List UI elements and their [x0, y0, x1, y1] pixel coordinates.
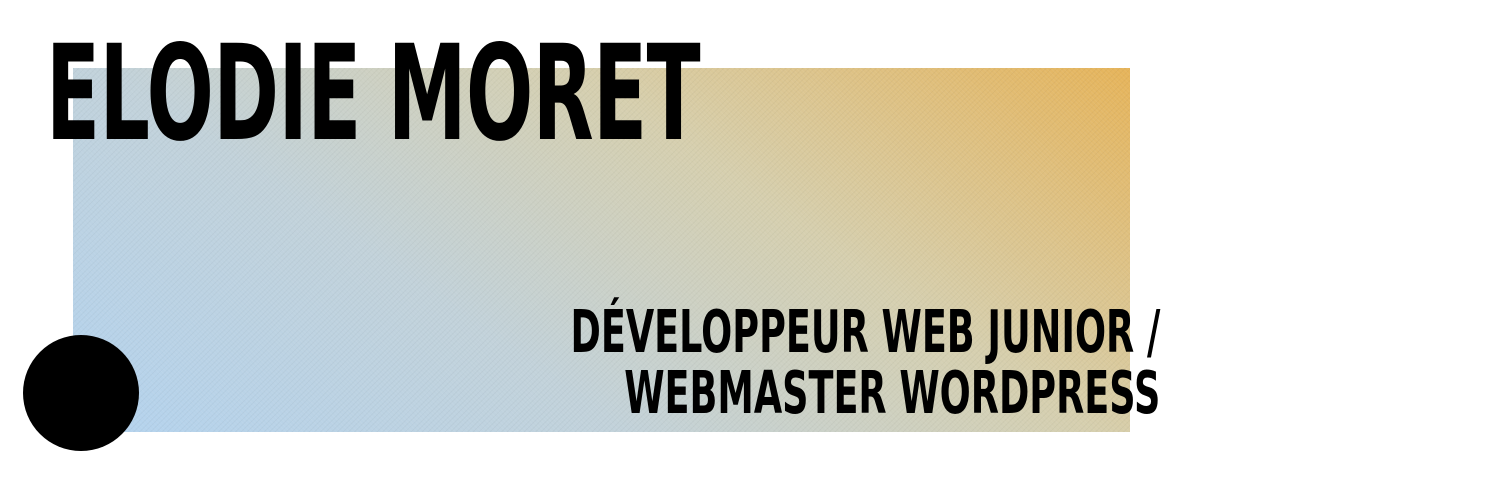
black-circle-decoration: [23, 335, 139, 451]
job-title-line-2: WEBMASTER WORDPRESS: [623, 358, 1160, 427]
job-title-line-1: DÉVELOPPEUR WEB JUNIOR /: [570, 297, 1160, 366]
name-title: ELODIE MORET: [46, 17, 701, 171]
job-title: DÉVELOPPEUR WEB JUNIOR / WEBMASTER WORDP…: [570, 301, 1160, 423]
